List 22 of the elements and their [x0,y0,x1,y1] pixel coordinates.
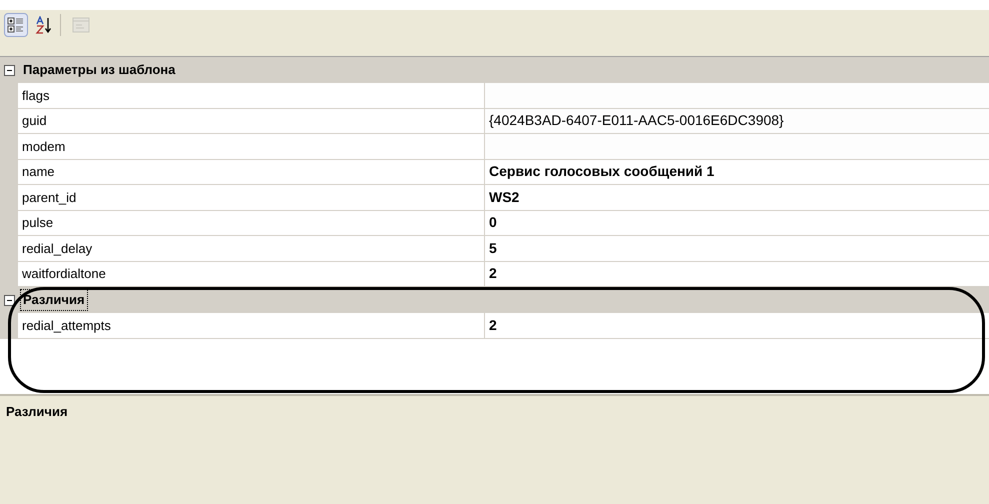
property-name[interactable]: waitfordialtone [18,262,485,287]
property-name[interactable]: redial_delay [18,236,485,262]
property-pages-icon [72,16,90,34]
property-name[interactable]: redial_attempts [18,313,485,338]
property-name[interactable]: parent_id [18,185,485,210]
property-value[interactable]: 0 [485,210,989,236]
collapse-toggle[interactable] [4,294,15,306]
collapse-toggle[interactable] [4,64,15,76]
sort-alphabetical-icon [35,16,53,34]
property-name[interactable]: name [18,160,485,185]
property-name[interactable]: guid [18,108,485,134]
category-header[interactable]: Параметры из шаблона [21,60,178,80]
property-name[interactable]: flags [18,83,485,108]
property-value[interactable]: 2 [485,262,989,287]
categorized-button[interactable] [4,13,28,37]
property-name[interactable]: pulse [18,210,485,236]
category-header[interactable]: Различия [21,290,87,310]
categorized-list-icon [7,16,25,34]
property-value[interactable]: Сервис голосовых сообщений 1 [485,160,989,185]
property-name[interactable]: modem [18,134,485,160]
description-title: Различия [6,404,68,419]
property-value[interactable]: {4024B3AD-6407-E011-AAC5-0016E6DC3908} [485,108,989,134]
